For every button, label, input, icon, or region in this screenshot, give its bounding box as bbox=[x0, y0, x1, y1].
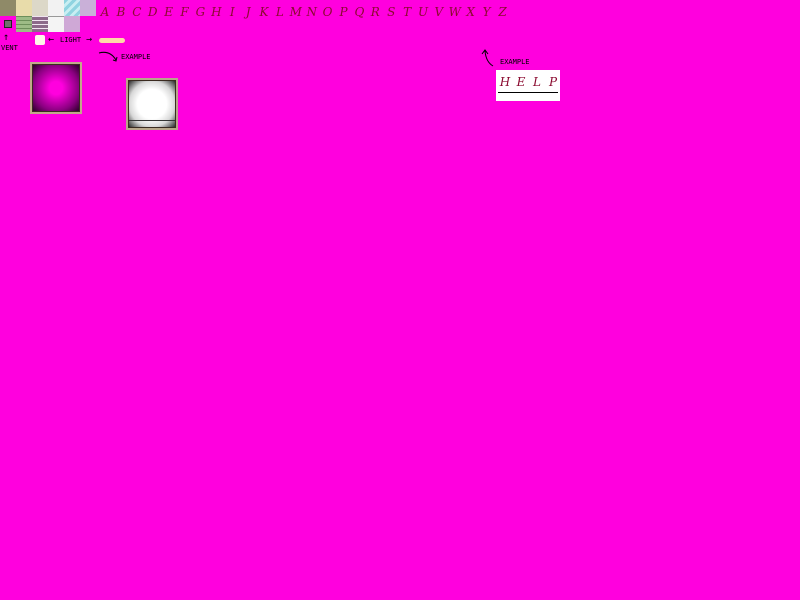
alphabet-letter-n: N bbox=[306, 5, 317, 19]
texture-tile-lavender bbox=[80, 0, 96, 16]
alphabet-letter-i: I bbox=[229, 5, 235, 19]
curved-arrow-icon bbox=[98, 51, 118, 62]
texture-tile-glass bbox=[64, 0, 80, 16]
vent-label: VENT bbox=[1, 44, 18, 52]
alphabet-letter-b: B bbox=[116, 5, 126, 19]
dark-frame-sprite bbox=[30, 62, 82, 114]
alphabet-letter-h: H bbox=[211, 5, 222, 19]
help-sign-letters: HELP bbox=[496, 74, 560, 90]
white-frame-example bbox=[126, 78, 178, 130]
texture-tile-cream bbox=[16, 0, 32, 16]
alphabet-letter-g: G bbox=[195, 5, 206, 19]
alphabet-letter-p: P bbox=[339, 5, 348, 19]
alphabet-letter-j: J bbox=[245, 5, 251, 19]
texture-tile-lilac bbox=[64, 16, 80, 32]
alphabet-letter-t: T bbox=[403, 5, 412, 19]
help-sign-letter-l: L bbox=[533, 75, 541, 89]
alphabet-letter-x: X bbox=[466, 5, 475, 19]
light-label: LIGHT bbox=[60, 36, 82, 44]
arrow-left-icon: ← bbox=[48, 34, 55, 45]
alphabet-letter-d: D bbox=[147, 5, 158, 19]
alphabet-letter-k: K bbox=[259, 5, 269, 19]
sprite-sheet: ↑ VENT ← LIGHT → EXAMPLE ABCDEFGHIJKLMNO… bbox=[0, 0, 800, 600]
alphabet-letter-m: M bbox=[289, 5, 302, 19]
vent-icon bbox=[0, 16, 16, 32]
curved-arrow-up-icon bbox=[481, 49, 494, 67]
alphabet-letter-v: V bbox=[434, 5, 444, 19]
light-bar bbox=[99, 38, 125, 43]
help-sign-underline bbox=[498, 92, 558, 93]
help-sign-letter-e: E bbox=[516, 75, 526, 89]
alphabet-letter-c: C bbox=[132, 5, 142, 19]
texture-tile-beige bbox=[32, 0, 48, 16]
arrow-right-icon: → bbox=[86, 34, 93, 45]
arrow-up-icon: ↑ bbox=[3, 32, 10, 43]
alphabet-letter-a: A bbox=[100, 5, 110, 19]
texture-tile-olive bbox=[0, 0, 16, 16]
alphabet-letter-u: U bbox=[417, 5, 429, 19]
alphabet-letter-l: L bbox=[275, 5, 284, 19]
texture-tile-white-line bbox=[48, 16, 64, 32]
example-label-right: EXAMPLE bbox=[500, 58, 530, 66]
texture-tile-white bbox=[48, 0, 64, 16]
help-sign-letter-h: H bbox=[499, 75, 511, 89]
alphabet-letter-z: Z bbox=[498, 5, 507, 19]
alphabet-letter-s: S bbox=[387, 5, 396, 19]
texture-tile-brick bbox=[32, 16, 48, 32]
alphabet-letter-w: W bbox=[448, 5, 461, 19]
light-bulb-icon bbox=[35, 35, 45, 45]
alphabet-letter-y: Y bbox=[482, 5, 491, 19]
alphabet-letter-r: R bbox=[370, 5, 380, 19]
alphabet-letter-o: O bbox=[322, 5, 333, 19]
alphabet-letter-e: E bbox=[164, 5, 173, 19]
texture-tile-grid-green bbox=[16, 16, 32, 32]
alphabet-letter-f: F bbox=[180, 5, 189, 19]
alphabet-letter-q: Q bbox=[354, 5, 365, 19]
help-sign-letter-p: P bbox=[548, 75, 558, 89]
example-label-left: EXAMPLE bbox=[121, 53, 151, 61]
help-sign: HELP bbox=[496, 70, 560, 101]
